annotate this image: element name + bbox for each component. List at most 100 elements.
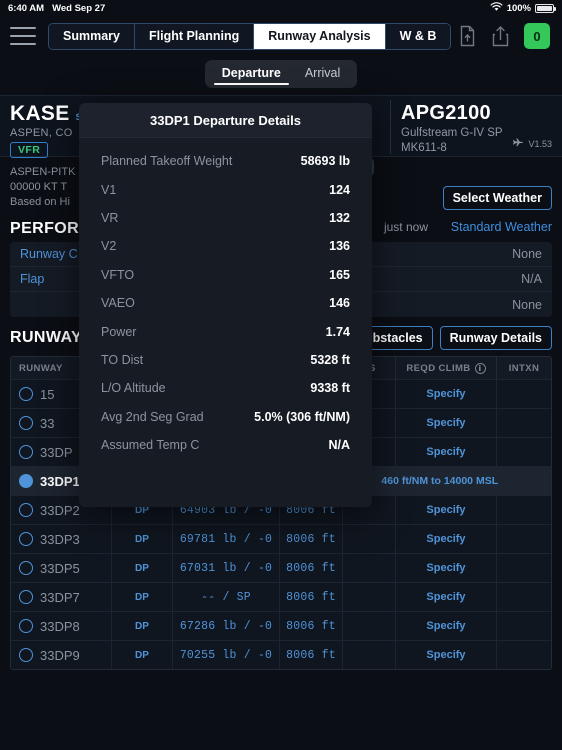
top-navigation-bar: Summary Flight Planning Runway Analysis …	[0, 16, 562, 56]
runway-radio-button[interactable]	[19, 387, 33, 401]
modal-detail-value: 5328 ft	[310, 353, 350, 367]
runway-obstacles-cell	[343, 641, 396, 669]
runway-name-cell[interactable]: 33DP5	[11, 554, 112, 582]
wifi-icon	[490, 2, 503, 15]
runway-weight-cell: 67031 lb / -0	[173, 554, 280, 582]
tab-departure[interactable]: Departure	[211, 63, 292, 85]
climb-value: Specify	[426, 446, 465, 458]
table-row[interactable]: 33DP8 DP 67286 lb / -0 8006 ft Specify	[11, 611, 551, 640]
runway-name-cell[interactable]: 33DP3	[11, 525, 112, 553]
modal-detail-row: Power1.74	[79, 317, 372, 345]
runway-climb-cell[interactable]: Specify	[396, 525, 497, 553]
modal-detail-label: Assumed Temp C	[101, 438, 199, 452]
runway-obstacles-cell	[343, 525, 396, 553]
climb-value: Specify	[426, 562, 465, 574]
runway-details-button[interactable]: Runway Details	[440, 326, 552, 350]
runway-climb-cell[interactable]: Specify	[396, 612, 497, 640]
select-weather-button[interactable]: Select Weather	[443, 186, 552, 210]
runway-name-label: 33DP9	[40, 648, 80, 663]
modal-detail-row: VFTO165	[79, 261, 372, 289]
climb-value: Specify	[426, 591, 465, 603]
perf-label: Flap	[20, 272, 44, 286]
runway-intxn-cell	[497, 496, 551, 524]
runway-radio-button[interactable]	[19, 445, 33, 459]
runway-type-cell: DP	[112, 583, 173, 611]
runway-name-label: 33DP5	[40, 561, 80, 576]
runway-radio-button[interactable]	[19, 561, 33, 575]
runway-intxn-cell	[499, 467, 551, 495]
runway-name-label: 33DP8	[40, 619, 80, 634]
runway-intxn-cell	[497, 554, 551, 582]
runway-intxn-cell	[497, 380, 551, 408]
runway-type-cell: DP	[112, 554, 173, 582]
tab-summary[interactable]: Summary	[49, 24, 135, 49]
modal-detail-row: Avg 2nd Seg Grad5.0% (306 ft/NM)	[79, 403, 372, 431]
table-row[interactable]: 33DP7DP-- / SP8006 ftSpecify	[11, 582, 551, 611]
departure-arrival-tabs: Departure Arrival	[0, 56, 562, 95]
modal-detail-value: 146	[329, 296, 350, 310]
hamburger-menu-icon[interactable]	[10, 27, 36, 45]
table-row[interactable]: 33DP9DP70255 lb / -08006 ftSpecify	[11, 640, 551, 669]
document-upload-icon[interactable]	[458, 25, 477, 47]
runway-radio-button[interactable]	[19, 474, 33, 488]
runway-radio-button[interactable]	[19, 532, 33, 546]
climb-value: 460 ft/NM to 14000 MSL	[381, 475, 498, 487]
runway-intxn-cell	[497, 525, 551, 553]
distance-value: 8006 ft	[286, 620, 336, 633]
runway-radio-button[interactable]	[19, 503, 33, 517]
runway-climb-cell[interactable]: 460 ft/NM to 14000 MSL	[381, 467, 499, 495]
tab-arrival[interactable]: Arrival	[294, 63, 351, 85]
runway-name-label: 15	[40, 387, 54, 402]
aircraft-block[interactable]: APG2100 Gulfstream G-IV SP MK611-8 V1.53	[390, 100, 562, 154]
status-date: Wed Sep 27	[52, 3, 105, 14]
tab-wb[interactable]: W & B	[386, 24, 451, 49]
standard-weather-link[interactable]: Standard Weather	[451, 220, 552, 234]
departure-airport-code: KASE	[10, 102, 70, 126]
runway-climb-cell[interactable]: Specify	[396, 438, 497, 466]
runway-climb-cell[interactable]: Specify	[396, 554, 497, 582]
info-circle-icon[interactable]: i	[475, 363, 486, 374]
runway-obstacles-cell	[343, 583, 396, 611]
runway-name-cell[interactable]: 33DP9	[11, 641, 112, 669]
runway-name-label: 33	[40, 416, 54, 431]
runway-radio-button[interactable]	[19, 648, 33, 662]
modal-detail-row: Planned Takeoff Weight58693 lb	[79, 147, 372, 175]
runway-name-cell[interactable]: 33DP8	[11, 612, 112, 640]
runway-climb-cell[interactable]: Specify	[396, 409, 497, 437]
modal-detail-row: VR132	[79, 204, 372, 232]
runway-weight-cell: 67286 lb / -0	[173, 612, 280, 640]
modal-detail-row: VAEO 146	[79, 289, 372, 317]
runway-distance-cell: 8006 ft	[280, 525, 343, 553]
runway-weight-cell: 70255 lb / -0	[173, 641, 280, 669]
weight-value: 67286 lb / -0	[180, 620, 272, 633]
modal-detail-label: V2	[101, 239, 116, 253]
status-time: 6:40 AM	[8, 3, 44, 14]
runway-climb-cell[interactable]: Specify	[396, 380, 497, 408]
modal-detail-label: L/O Altitude	[101, 381, 166, 395]
tab-runway-analysis[interactable]: Runway Analysis	[254, 24, 385, 49]
runway-radio-button[interactable]	[19, 590, 33, 604]
climb-value: Specify	[426, 649, 465, 661]
weight-value: 67031 lb / -0	[180, 562, 272, 575]
modal-detail-row: V2136	[79, 232, 372, 260]
runway-name-label: 33DP7	[40, 590, 80, 605]
runway-intxn-cell	[497, 438, 551, 466]
modal-detail-value: 124	[329, 183, 350, 197]
runway-radio-button[interactable]	[19, 416, 33, 430]
runway-type-cell: DP	[112, 612, 173, 640]
runway-climb-cell[interactable]: Specify	[396, 641, 497, 669]
modal-detail-label: Avg 2nd Seg Grad	[101, 410, 204, 424]
notification-badge[interactable]: 0	[524, 23, 550, 49]
runway-name-cell[interactable]: 33DP7	[11, 583, 112, 611]
share-icon[interactable]	[491, 25, 510, 47]
table-row[interactable]: 33DP3DP69781 lb / -08006 ftSpecify	[11, 524, 551, 553]
modal-detail-label: V1	[101, 183, 116, 197]
runway-radio-button[interactable]	[19, 619, 33, 633]
runway-climb-cell[interactable]: Specify	[396, 496, 497, 524]
runway-type-cell: DP	[112, 641, 173, 669]
modal-detail-value: 132	[329, 211, 350, 225]
table-row[interactable]: 33DP5DP67031 lb / -08006 ftSpecify	[11, 553, 551, 582]
modal-detail-label: VAEO	[101, 296, 135, 310]
runway-climb-cell[interactable]: Specify	[396, 583, 497, 611]
tab-flight-planning[interactable]: Flight Planning	[135, 24, 254, 49]
